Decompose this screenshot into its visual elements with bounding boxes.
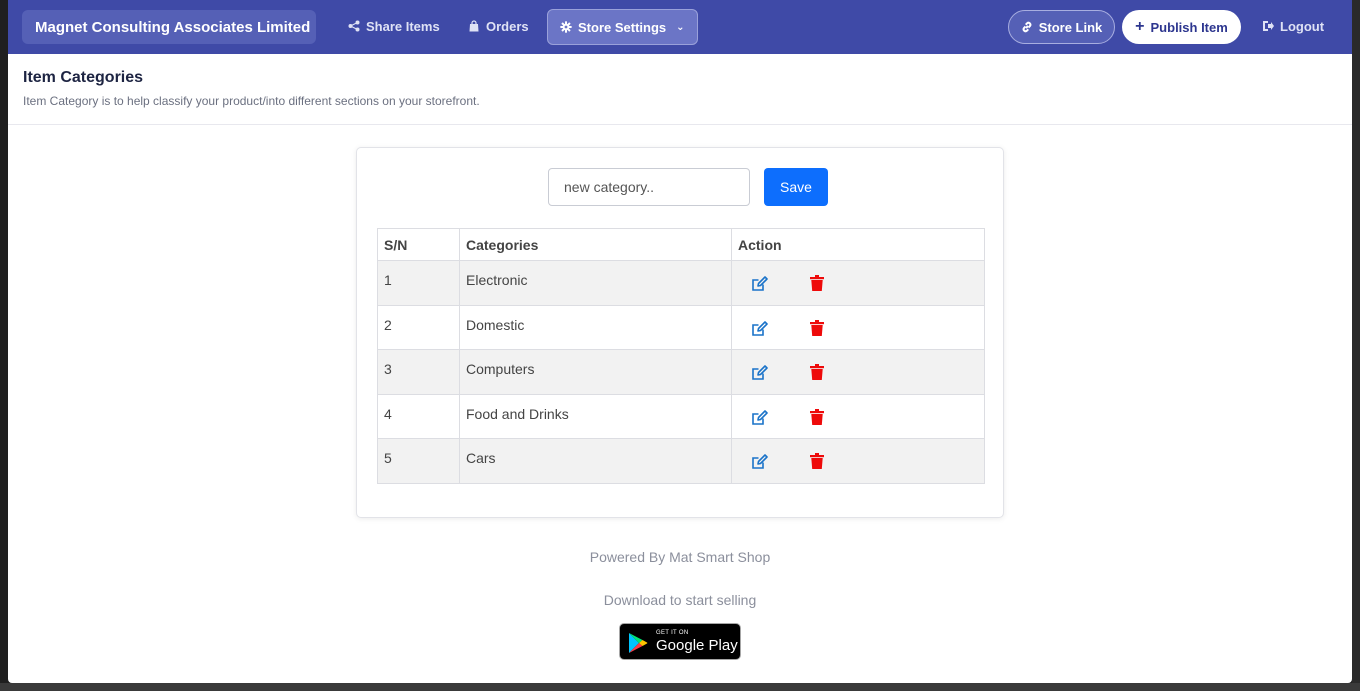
row-category: Domestic xyxy=(459,304,732,350)
edit-icon[interactable] xyxy=(750,409,768,427)
header-action: Action xyxy=(731,228,985,261)
edit-icon[interactable] xyxy=(750,453,768,471)
share-icon xyxy=(348,20,360,32)
trash-icon[interactable] xyxy=(810,319,824,336)
new-category-input[interactable] xyxy=(548,168,750,206)
table-row: 5 Cars xyxy=(377,438,985,484)
row-sn: 1 xyxy=(377,260,460,306)
publish-item-label: Publish Item xyxy=(1150,19,1228,35)
row-category: Computers xyxy=(459,349,732,395)
page-header: Item Categories Item Category is to help… xyxy=(8,54,1352,125)
shopping-bag-icon xyxy=(469,20,479,32)
chevron-down-icon: ⌄ xyxy=(676,21,685,33)
header-sn: S/N xyxy=(377,228,460,261)
window-scrollbar[interactable] xyxy=(1352,0,1360,691)
categories-table: S/N Categories Action 1 Electronic 2 Dom… xyxy=(377,228,985,484)
trash-icon[interactable] xyxy=(810,364,824,380)
categories-card: Save S/N Categories Action 1 Electronic xyxy=(356,147,1004,518)
row-category: Electronic xyxy=(459,260,732,306)
page-subtitle: Item Category is to help classify your p… xyxy=(23,94,480,108)
row-actions xyxy=(731,393,985,439)
app-frame: Magnet Consulting Associates Limited Sha… xyxy=(8,0,1352,683)
logout-label: Logout xyxy=(1280,18,1325,34)
table-row: 3 Computers xyxy=(377,349,985,395)
download-text: Download to start selling xyxy=(603,592,757,608)
edit-icon[interactable] xyxy=(750,320,768,338)
store-link-label: Store Link xyxy=(1038,19,1103,35)
save-button[interactable]: Save xyxy=(764,168,828,206)
trash-icon[interactable] xyxy=(810,408,824,425)
edit-icon[interactable] xyxy=(750,364,768,382)
logout-icon xyxy=(1263,21,1274,31)
page-title: Item Categories xyxy=(23,69,144,86)
row-actions xyxy=(731,349,985,395)
row-sn: 3 xyxy=(377,349,460,395)
publish-item-button[interactable]: + Publish Item xyxy=(1122,10,1241,44)
powered-by-text: Powered By Mat Smart Shop xyxy=(589,549,771,565)
row-actions xyxy=(731,438,985,484)
badge-small-text: GET IT ON xyxy=(656,630,689,636)
nav-orders-label: Orders xyxy=(486,18,529,34)
logout-button[interactable]: Logout xyxy=(1262,10,1324,42)
table-row: 1 Electronic xyxy=(377,260,985,306)
window-bottom-edge xyxy=(0,683,1360,691)
row-sn: 5 xyxy=(377,438,460,484)
nav-orders[interactable]: Orders xyxy=(468,10,529,42)
badge-big-text: Google Play xyxy=(656,637,738,654)
edit-icon[interactable] xyxy=(750,275,768,293)
store-link-button[interactable]: Store Link xyxy=(1008,10,1115,44)
row-actions xyxy=(731,260,985,306)
row-sn: 4 xyxy=(377,393,460,439)
nav-share-items-label: Share Items xyxy=(366,18,440,34)
nav-store-settings-label: Store Settings xyxy=(578,19,667,35)
row-actions xyxy=(731,304,985,350)
plus-icon: + xyxy=(1135,18,1145,35)
nav-share-items[interactable]: Share Items xyxy=(348,10,440,42)
navbar: Magnet Consulting Associates Limited Sha… xyxy=(8,0,1352,54)
row-category: Food and Drinks xyxy=(459,393,732,439)
row-category: Cars xyxy=(459,438,732,484)
gear-icon xyxy=(560,21,572,33)
google-play-badge[interactable]: GET IT ON Google Play xyxy=(619,623,741,660)
link-icon xyxy=(1022,21,1032,33)
nav-store-settings-dropdown[interactable]: Store Settings ⌄ xyxy=(547,9,698,45)
brand-button[interactable]: Magnet Consulting Associates Limited xyxy=(22,10,316,44)
row-sn: 2 xyxy=(377,304,460,350)
google-play-icon xyxy=(629,633,648,653)
header-categories: Categories xyxy=(459,228,732,261)
table-row: 2 Domestic xyxy=(377,304,985,350)
trash-icon[interactable] xyxy=(810,275,824,291)
table-row: 4 Food and Drinks xyxy=(377,393,985,439)
table-header-row: S/N Categories Action xyxy=(377,228,985,261)
trash-icon[interactable] xyxy=(810,453,824,469)
